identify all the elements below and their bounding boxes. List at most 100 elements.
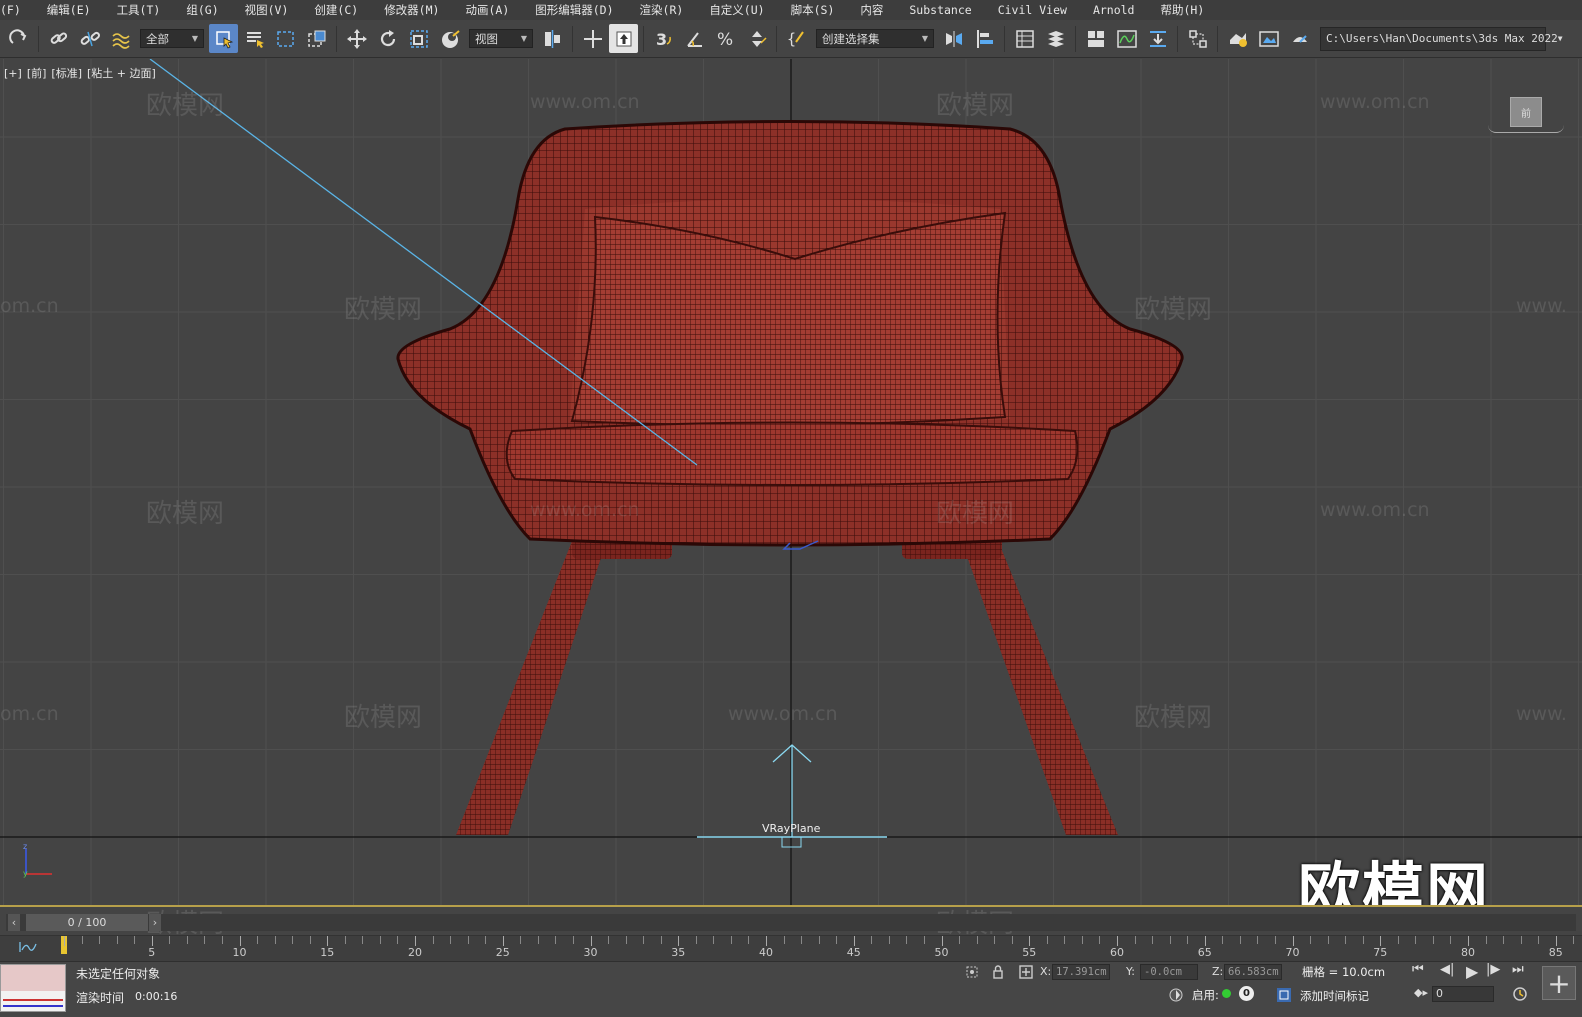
mini-curve-editor-icon[interactable] — [18, 940, 38, 954]
viewport-label[interactable]: [+] [前] [标准] [粘土 + 边面] — [4, 65, 161, 81]
move-icon[interactable] — [342, 24, 371, 53]
pivot-center-icon[interactable] — [538, 24, 567, 53]
time-slider-track[interactable] — [6, 914, 1576, 931]
viewcube-face-label: 前 — [1521, 108, 1531, 120]
menu-item-12[interactable]: 内容 — [847, 0, 896, 20]
rendered-frame-window-icon[interactable] — [1254, 24, 1283, 53]
ribbon-toggle-icon[interactable] — [1081, 24, 1110, 53]
x-coord-field[interactable]: 17.391cm — [1052, 964, 1110, 980]
ruler-tick — [730, 936, 732, 944]
key-mode-icon[interactable]: ◆▸ — [1414, 986, 1428, 999]
dropdown-arrow-icon: ▼ — [191, 34, 198, 43]
bind-spacewarp-icon[interactable] — [106, 24, 135, 53]
render-production-icon[interactable] — [1285, 24, 1314, 53]
link-icon[interactable] — [44, 24, 73, 53]
menu-item-5[interactable]: 创建(C) — [301, 0, 371, 20]
curve-editor-icon[interactable] — [1112, 24, 1141, 53]
window-crossing-icon[interactable] — [302, 24, 331, 53]
spinner-snap-icon[interactable] — [742, 24, 771, 53]
menu-item-8[interactable]: 图形编辑器(D) — [522, 0, 626, 20]
layer-explorer-icon[interactable] — [1041, 24, 1070, 53]
material-editor-icon[interactable] — [1183, 24, 1212, 53]
schematic-view-icon[interactable] — [1143, 24, 1172, 53]
select-manipulate-icon[interactable] — [578, 24, 607, 53]
viewport-label-standard[interactable]: [标准] — [51, 67, 82, 80]
menu-item-15[interactable]: Arnold — [1080, 0, 1148, 20]
mirror-icon[interactable] — [939, 24, 968, 53]
menu-item-11[interactable]: 脚本(S) — [778, 0, 848, 20]
align-icon[interactable] — [970, 24, 999, 53]
play-icon[interactable]: ▶ — [1466, 962, 1478, 981]
render-setup-icon[interactable] — [1223, 24, 1252, 53]
redo-icon[interactable] — [4, 24, 33, 53]
reference-coord-dropdown[interactable]: 视图 ▼ — [469, 29, 533, 48]
absolute-transform-icon[interactable] — [1018, 964, 1034, 980]
previous-key-icon[interactable]: ◀| — [1440, 962, 1454, 977]
menu-item-0[interactable]: (F) — [0, 0, 34, 20]
viewcube[interactable]: 前 — [1510, 97, 1542, 127]
watermark-url: www.om.cn — [1320, 499, 1430, 521]
project-path-field[interactable]: C:\Users\Han\Documents\3ds Max 2022 ▼ — [1320, 26, 1563, 51]
ruler-tick — [590, 936, 592, 946]
menu-item-16[interactable]: 帮助(H) — [1147, 0, 1217, 20]
viewport-maximize-plus-icon[interactable]: + — [1542, 966, 1576, 1000]
previous-frame-icon[interactable]: ‹ — [8, 914, 20, 931]
add-time-tag[interactable]: 添加时间标记 — [1300, 988, 1369, 1004]
viewport-label-plus[interactable]: [+] — [4, 67, 22, 80]
unlink-icon[interactable] — [75, 24, 104, 53]
ruler-tick — [537, 936, 539, 944]
menu-item-1[interactable]: 编辑(E) — [34, 0, 104, 20]
go-to-start-icon[interactable]: ⏮ — [1412, 962, 1424, 977]
track-bar[interactable]: 5 10 15 20 25 30 35 40 45 50 55 60 65 70 75 80 85 — [0, 935, 1582, 961]
select-by-name-icon[interactable] — [240, 24, 269, 53]
time-configuration-icon[interactable] — [1512, 986, 1528, 1002]
z-coord-field[interactable]: 66.583cm — [1224, 964, 1282, 980]
menu-item-3[interactable]: 组(G) — [173, 0, 231, 20]
keyboard-shortcut-toggle-icon[interactable] — [609, 24, 638, 53]
ruler-label: 35 — [671, 946, 686, 959]
ruler-tick — [99, 936, 101, 944]
menu-item-10[interactable]: 自定义(U) — [696, 0, 777, 20]
ruler-tick — [292, 936, 294, 944]
menu-item-4[interactable]: 视图(V) — [232, 0, 302, 20]
menu-item-6[interactable]: 修改器(M) — [371, 0, 452, 20]
toolbar-separator — [1177, 25, 1178, 52]
reference-coord-value: 视图 — [475, 31, 498, 46]
ruler-tick — [1292, 936, 1294, 946]
percent-snap-icon[interactable]: % — [711, 24, 740, 53]
snaps-toggle-icon[interactable]: 3 — [649, 24, 678, 53]
menu-item-9[interactable]: 渲染(R) — [627, 0, 697, 20]
menu-item-14[interactable]: Civil View — [985, 0, 1080, 20]
placement-icon[interactable] — [435, 24, 464, 53]
maxscript-listener-preview[interactable] — [0, 964, 66, 1012]
next-frame-icon[interactable]: › — [149, 914, 161, 931]
time-tag-icon[interactable] — [1276, 987, 1292, 1003]
go-to-end-icon[interactable]: ⏭ — [1512, 962, 1524, 977]
scale-icon[interactable] — [404, 24, 433, 53]
selection-lock-icon[interactable] — [990, 964, 1006, 980]
isolate-selection-icon[interactable] — [964, 964, 980, 980]
scene-explorer-icon[interactable] — [1010, 24, 1039, 53]
angle-snap-icon[interactable] — [680, 24, 709, 53]
menu-item-2[interactable]: 工具(T) — [104, 0, 174, 20]
front-viewport[interactable]: z y [+] [前] [标准] [粘土 + 边面] 欧模网 www.om.cn 欧模… — [0, 59, 1582, 907]
ruler-tick — [660, 936, 662, 944]
next-key-icon[interactable]: |▶ — [1486, 962, 1500, 977]
named-selection-set-dropdown[interactable]: 创建选择集 ▼ — [816, 29, 934, 48]
viewport-label-shading[interactable]: [粘土 + 边面] — [87, 67, 156, 80]
adaptive-degradation-icon[interactable] — [1168, 987, 1184, 1003]
current-frame-field[interactable]: 0 — [1432, 986, 1494, 1002]
viewcube-compass-ring[interactable] — [1488, 125, 1564, 133]
y-coord-field[interactable]: -0.0cm — [1140, 964, 1198, 980]
viewport-label-view[interactable]: [前] — [27, 67, 47, 80]
menu-item-13[interactable]: Substance — [896, 0, 984, 20]
rectangular-selection-icon[interactable] — [271, 24, 300, 53]
selection-filter-dropdown[interactable]: 全部 ▼ — [140, 29, 204, 48]
ruler-tick — [853, 936, 855, 946]
rotate-icon[interactable] — [373, 24, 402, 53]
select-object-icon[interactable] — [209, 24, 238, 53]
menu-item-7[interactable]: 动画(A) — [452, 0, 522, 20]
time-slider-thumb[interactable]: 0 / 100 — [26, 914, 148, 931]
ruler-tick — [257, 936, 259, 944]
edit-named-selection-icon[interactable]: { — [782, 24, 811, 53]
